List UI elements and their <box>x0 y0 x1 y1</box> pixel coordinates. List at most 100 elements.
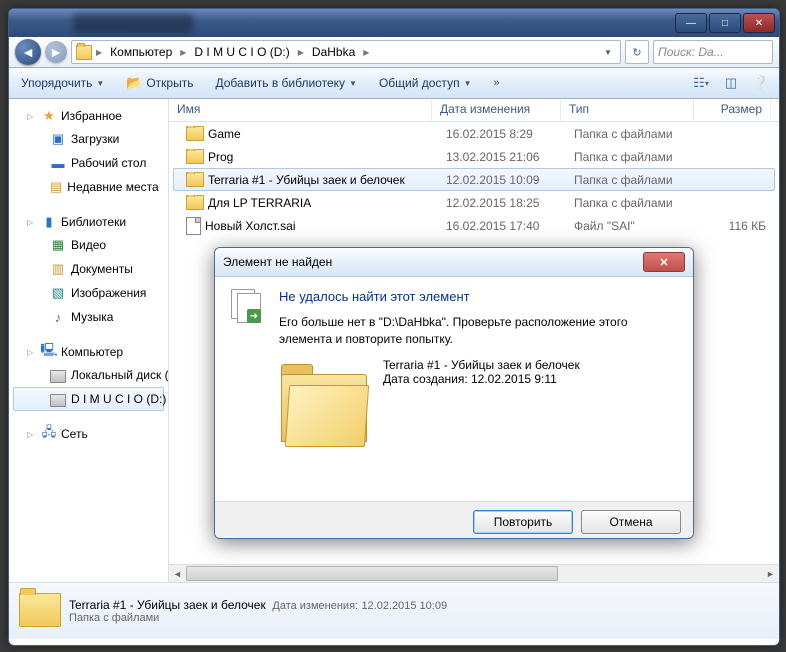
cancel-button[interactable]: Отмена <box>581 510 681 534</box>
file-row[interactable]: Game16.02.2015 8:29Папка с файлами <box>173 122 775 145</box>
column-size[interactable]: Размер <box>694 99 771 121</box>
file-date: 13.02.2015 21:06 <box>438 150 566 164</box>
scroll-right-button[interactable]: ► <box>762 566 779 581</box>
sidebar-item-drive-c[interactable]: Локальный диск (C:) <box>13 363 164 387</box>
file-date: 12.02.2015 18:25 <box>438 196 566 210</box>
scroll-thumb[interactable] <box>186 566 558 581</box>
download-icon: ▣ <box>50 131 66 147</box>
file-name: Prog <box>208 150 233 164</box>
status-date-label: Дата изменения: <box>272 600 358 612</box>
sidebar-group-libraries[interactable]: ▷▮Библиотеки <box>9 211 168 233</box>
chevron-right-icon[interactable]: ▶ <box>361 48 371 57</box>
desktop-icon: ▬ <box>50 155 66 171</box>
titlebar[interactable]: — □ ✕ <box>9 9 779 37</box>
open-folder-icon: 📂 <box>126 75 142 91</box>
folder-large-icon <box>279 360 369 450</box>
file-type: Файл "SAI" <box>566 219 698 233</box>
breadcrumb-segment[interactable]: Компьютер <box>106 42 176 62</box>
help-button[interactable]: ❔ <box>749 72 773 94</box>
folder-icon <box>76 44 92 60</box>
sidebar-item-videos[interactable]: ▦Видео <box>13 233 164 257</box>
organize-menu[interactable]: Упорядочить▼ <box>15 72 110 94</box>
chevron-right-icon[interactable]: ▶ <box>94 48 104 57</box>
details-pane: Terraria #1 - Убийцы заек и белочек Дата… <box>9 582 779 639</box>
computer-icon: 🖳 <box>41 344 57 360</box>
status-item-name: Terraria #1 - Убийцы заек и белочек <box>69 598 266 612</box>
minimize-button[interactable]: — <box>675 13 707 33</box>
title-blur <box>73 13 193 33</box>
share-menu[interactable]: Общий доступ▼ <box>373 72 478 94</box>
search-placeholder: Поиск: Da... <box>658 45 724 59</box>
column-headers: Имя Дата изменения Тип Размер <box>169 99 779 122</box>
column-date[interactable]: Дата изменения <box>432 99 561 121</box>
nav-pane: ▷★Избранное ▣Загрузки ▬Рабочий стол ▤Нед… <box>9 99 169 582</box>
chevron-icon[interactable]: ▷ <box>27 348 37 357</box>
file-name: Новый Холст.sai <box>205 219 296 233</box>
view-options-button[interactable]: ☷ ▾ <box>689 72 713 94</box>
horizontal-scrollbar[interactable]: ◄ ► <box>169 564 779 582</box>
libraries-icon: ▮ <box>41 214 57 230</box>
recent-icon: ▤ <box>50 179 62 195</box>
dialog-close-button[interactable]: ✕ <box>643 252 685 272</box>
address-bar[interactable]: ▶ Компьютер ▶ D I M U C I O (D:) ▶ DaHbk… <box>71 40 621 64</box>
chevron-right-icon[interactable]: ▶ <box>178 48 188 57</box>
dialog-icon: ➜ <box>231 289 267 489</box>
breadcrumb-segment[interactable]: D I M U C I O (D:) <box>190 42 293 62</box>
column-type[interactable]: Тип <box>561 99 694 121</box>
file-type: Папка с файлами <box>566 173 698 187</box>
column-name[interactable]: Имя <box>169 99 432 121</box>
dialog-title: Элемент не найден <box>223 255 332 269</box>
sidebar-item-drive-d[interactable]: D I M U C I O (D:) <box>13 387 164 411</box>
pictures-icon: ▧ <box>50 285 66 301</box>
back-button[interactable]: ◄ <box>15 39 41 65</box>
file-row[interactable]: Prog 13.02.2015 21:06Папка с файлами <box>173 145 775 168</box>
star-icon: ★ <box>41 108 57 124</box>
file-type: Папка с файлами <box>566 150 698 164</box>
folder-icon <box>19 593 59 629</box>
forward-button[interactable]: ► <box>45 41 67 63</box>
chevron-right-icon[interactable]: ▶ <box>296 48 306 57</box>
status-item-type: Папка с файлами <box>69 612 447 624</box>
refresh-button[interactable]: ↻ <box>625 40 649 64</box>
file-date: 16.02.2015 8:29 <box>438 127 566 141</box>
dialog-titlebar[interactable]: Элемент не найден ✕ <box>215 248 693 277</box>
chevron-icon[interactable]: ▷ <box>27 218 37 227</box>
add-to-library-menu[interactable]: Добавить в библиотеку▼ <box>209 72 362 94</box>
retry-button[interactable]: Повторить <box>473 510 573 534</box>
close-button[interactable]: ✕ <box>743 13 775 33</box>
search-input[interactable]: Поиск: Da... <box>653 40 773 64</box>
sidebar-item-downloads[interactable]: ▣Загрузки <box>13 127 164 151</box>
sidebar-group-computer[interactable]: ▷🖳Компьютер <box>9 341 168 363</box>
dialog-message: Его больше нет в "D:\DaHbka". Проверьте … <box>279 314 677 348</box>
status-date: 12.02.2015 10:09 <box>361 600 447 612</box>
chevron-icon[interactable]: ▷ <box>27 430 37 439</box>
more-menu[interactable]: » <box>487 73 505 93</box>
open-button[interactable]: 📂Открыть <box>120 71 199 95</box>
drive-icon <box>50 367 66 383</box>
file-name: Game <box>208 127 241 141</box>
network-icon: 🖧 <box>41 426 57 442</box>
error-dialog: Элемент не найден ✕ ➜ Не удалось найти э… <box>214 247 694 539</box>
file-size: 116 КБ <box>698 219 774 233</box>
folder-icon <box>186 172 204 187</box>
chevron-icon[interactable]: ▷ <box>27 112 37 121</box>
file-row[interactable]: Для LP TERRARIA12.02.2015 18:25Папка с ф… <box>173 191 775 214</box>
preview-pane-button[interactable]: ◫ <box>719 72 743 94</box>
maximize-button[interactable]: □ <box>709 13 741 33</box>
chevron-down-icon[interactable]: ▼ <box>600 48 616 57</box>
sidebar-item-documents[interactable]: ▥Документы <box>13 257 164 281</box>
sidebar-item-recent[interactable]: ▤Недавние места <box>13 175 164 199</box>
scroll-track[interactable] <box>186 566 762 581</box>
file-type: Папка с файлами <box>566 196 698 210</box>
sidebar-item-pictures[interactable]: ▧Изображения <box>13 281 164 305</box>
scroll-left-button[interactable]: ◄ <box>169 566 186 581</box>
sidebar-group-network[interactable]: ▷🖧Сеть <box>9 423 168 445</box>
file-date: 12.02.2015 10:09 <box>438 173 566 187</box>
sidebar-group-favorites[interactable]: ▷★Избранное <box>9 105 168 127</box>
breadcrumb-segment[interactable]: DaHbka <box>308 42 359 62</box>
sidebar-item-desktop[interactable]: ▬Рабочий стол <box>13 151 164 175</box>
sidebar-item-music[interactable]: ♪Музыка <box>13 305 164 329</box>
file-row[interactable]: Terraria #1 - Убийцы заек и белочек12.02… <box>173 168 775 191</box>
command-bar: Упорядочить▼ 📂Открыть Добавить в библиот… <box>9 68 779 99</box>
file-row[interactable]: Новый Холст.sai16.02.2015 17:40Файл "SAI… <box>173 214 775 237</box>
